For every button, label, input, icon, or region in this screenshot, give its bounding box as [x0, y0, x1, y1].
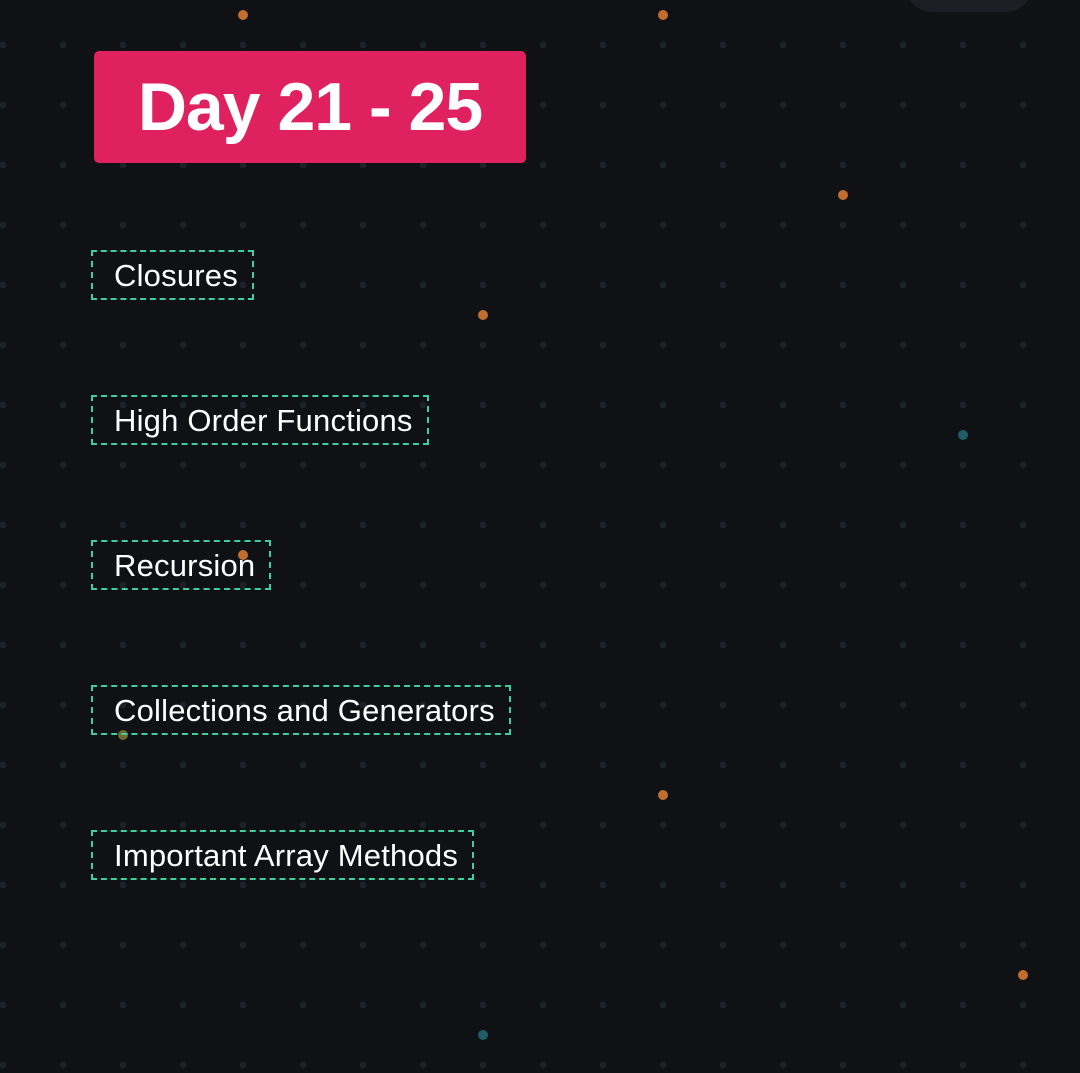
topic-item-recursion: Recursion — [91, 540, 272, 590]
decor-dot — [658, 790, 668, 800]
topic-label: Collections and Generators — [114, 692, 495, 728]
topic-item-collections-and-generators: Collections and Generators — [91, 685, 511, 735]
topic-label: High Order Functions — [114, 402, 413, 438]
topic-item-high-order-functions: High Order Functions — [91, 395, 429, 445]
title-badge: Day 21 - 25 — [94, 51, 526, 163]
decor-dot — [658, 10, 668, 20]
decor-dot — [1018, 970, 1028, 980]
topic-label: Closures — [114, 257, 238, 293]
decor-dot — [838, 190, 848, 200]
topic-item-closures: Closures — [91, 250, 254, 300]
decor-dot — [958, 430, 968, 440]
decor-dot — [478, 310, 488, 320]
topic-label: Recursion — [114, 547, 256, 583]
topic-label: Important Array Methods — [114, 837, 459, 873]
decor-dot — [238, 10, 248, 20]
decor-dot — [478, 1030, 488, 1040]
page-title: Day 21 - 25 — [137, 69, 483, 145]
topic-item-important-array-methods: Important Array Methods — [91, 830, 475, 880]
top-edge-pill — [906, 0, 1032, 12]
